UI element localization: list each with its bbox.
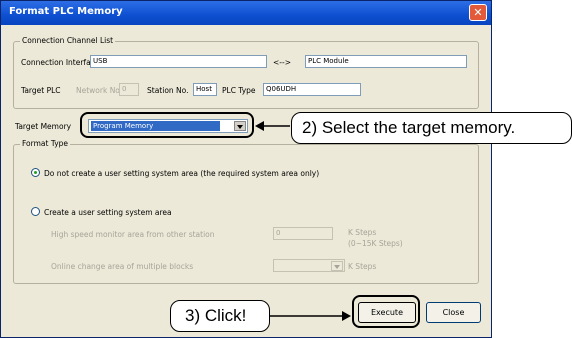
close-button[interactable]: Close xyxy=(426,302,481,323)
plc-module-field: PLC Module xyxy=(305,55,467,68)
chevron-down-icon[interactable] xyxy=(331,261,343,271)
high-speed-monitor-field[interactable]: 0 xyxy=(273,227,333,240)
online-change-label: Online change area of multiple blocks xyxy=(51,262,194,271)
online-change-dropdown[interactable] xyxy=(273,259,345,272)
online-change-unit: K Steps xyxy=(348,262,377,271)
connection-interface-label: Connection Interface xyxy=(21,58,100,67)
format-plc-memory-dialog: Format PLC Memory ✕ Connection Channel L… xyxy=(0,0,492,338)
option-no-user-area-label[interactable]: Do not create a user setting system area… xyxy=(44,169,319,178)
network-no-field: 0 xyxy=(119,83,139,96)
format-type-legend: Format Type xyxy=(20,139,71,148)
radio-create-user-area[interactable] xyxy=(31,207,40,216)
radio-no-user-area[interactable] xyxy=(31,168,40,177)
step2-callout: 2) Select the target memory. xyxy=(291,112,572,144)
option-create-user-area-label[interactable]: Create a user setting system area xyxy=(44,208,172,217)
plc-type-field: Q06UDH xyxy=(263,83,361,96)
connection-channel-group: Connection Channel List xyxy=(13,36,479,109)
high-speed-unit: K Steps xyxy=(348,228,377,237)
connection-arrow: <--> xyxy=(273,58,291,67)
station-no-label: Station No. xyxy=(147,86,189,95)
connection-channel-legend: Connection Channel List xyxy=(20,36,116,45)
execute-highlight xyxy=(352,295,420,328)
network-no-label: Network No. xyxy=(76,86,123,95)
close-window-button[interactable]: ✕ xyxy=(469,4,487,21)
dialog-title: Format PLC Memory xyxy=(9,6,123,17)
step3-callout: 3) Click! xyxy=(170,300,270,332)
plc-type-label: PLC Type xyxy=(222,86,256,95)
target-plc-label: Target PLC xyxy=(21,86,61,95)
title-bar: Format PLC Memory ✕ xyxy=(1,1,491,25)
target-memory-label: Target Memory xyxy=(15,122,72,131)
connection-interface-field: USB xyxy=(90,55,267,68)
station-no-field: Host xyxy=(193,83,217,96)
target-memory-highlight xyxy=(80,112,254,138)
high-speed-range: (0~15K Steps) xyxy=(348,239,403,248)
high-speed-monitor-label: High speed monitor area from other stati… xyxy=(51,230,215,239)
